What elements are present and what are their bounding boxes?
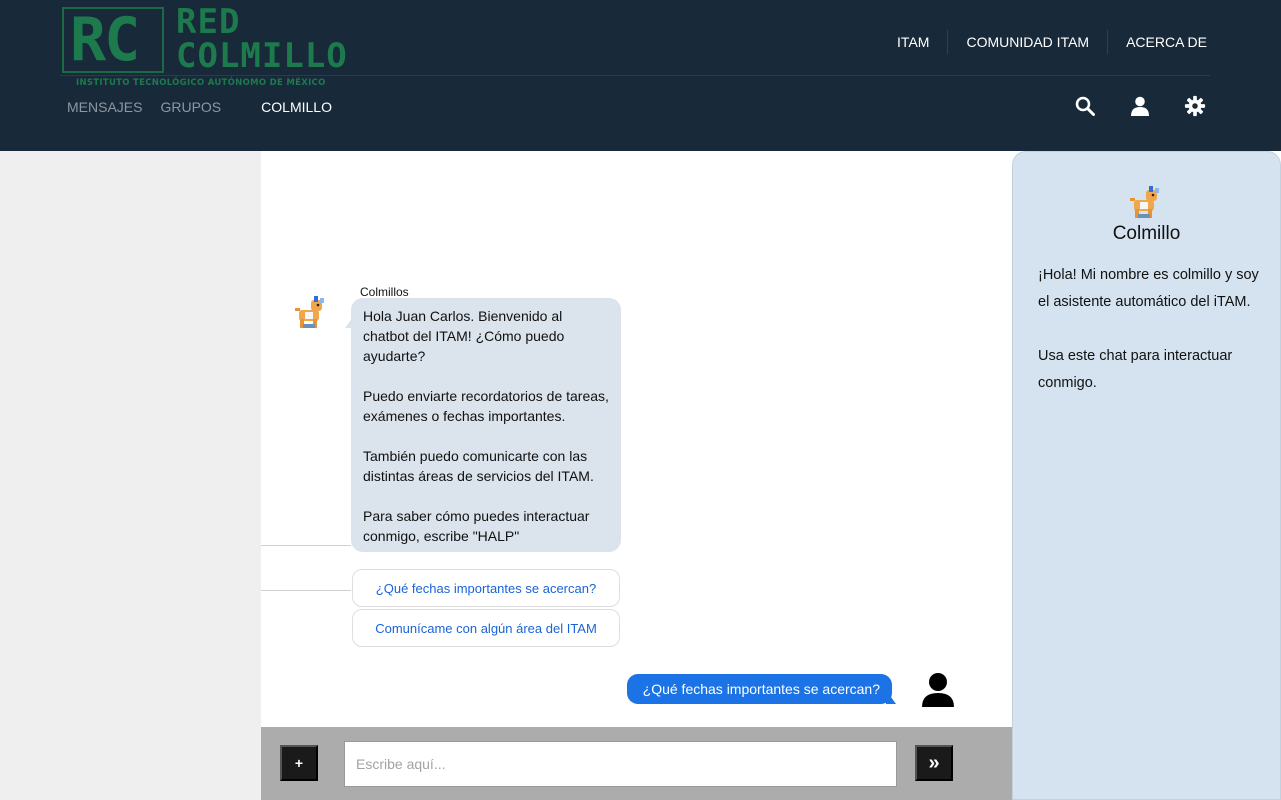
search-icon[interactable]	[1073, 94, 1097, 118]
divider	[261, 545, 351, 546]
quick-reply-area[interactable]: Comunícame con algún área del ITAM	[352, 609, 620, 647]
panel-paragraph: ¡Hola! Mi nombre es colmillo y soy el as…	[1038, 267, 1259, 310]
user-message: ¿Qué fechas importantes se acercan?	[626, 674, 892, 704]
gear-icon[interactable]	[1183, 94, 1207, 118]
tab-mensajes[interactable]: MENSAJES	[67, 98, 142, 116]
panel-title: Colmillo	[1112, 223, 1181, 244]
bot-message-paragraph: Hola Juan Carlos. Bienvenido al chatbot …	[363, 308, 565, 364]
bot-avatar	[1128, 184, 1164, 220]
header-divider	[60, 75, 1210, 76]
top-nav: ITAM COMUNIDAD ITAM ACERCA DE	[879, 30, 1221, 54]
bubble-tail	[886, 690, 896, 704]
bot-name: Colmillos	[360, 285, 409, 299]
bot-avatar	[293, 294, 327, 330]
assistant-info-panel: Colmillo ¡Hola! Mi nombre es colmillo y …	[1012, 151, 1281, 800]
logo-line2: COLMILLO	[176, 36, 348, 76]
tab-colmillo[interactable]: COLMILLO	[261, 98, 332, 116]
top-nav-comunidad-itam[interactable]: COMUNIDAD ITAM	[947, 30, 1107, 54]
user-avatar	[920, 671, 956, 709]
message-input[interactable]	[344, 741, 897, 787]
logo-initials: RC	[70, 5, 140, 75]
logo-line1: RED	[176, 2, 241, 42]
section-nav: MENSAJES GRUPOS COLMILLO	[67, 98, 350, 116]
red-colmillo-logo[interactable]: RC RED COLMILLO INSTITUTO TECNOLÓGICO AU…	[60, 5, 380, 91]
quick-reply-fechas[interactable]: ¿Qué fechas importantes se acercan?	[352, 569, 620, 607]
attach-button[interactable]: +	[280, 745, 318, 781]
top-nav-acerca-de[interactable]: ACERCA DE	[1107, 30, 1221, 54]
header-icons	[1073, 94, 1207, 118]
panel-paragraph: Usa este chat para interactuar conmigo.	[1038, 348, 1233, 391]
bot-message: Hola Juan Carlos. Bienvenido al chatbot …	[351, 298, 621, 552]
composer: + »	[261, 727, 1012, 800]
user-icon[interactable]	[1128, 94, 1152, 118]
bot-message-paragraph: También puedo comunicarte con las distin…	[363, 448, 594, 484]
panel-description: ¡Hola! Mi nombre es colmillo y soy el as…	[1038, 262, 1263, 424]
bot-message-paragraph: Puedo enviarte recordatorios de tareas, …	[363, 388, 609, 424]
chat-area: Colmillos Hola Juan Carlos. Bienvenido a…	[261, 151, 1012, 727]
send-button[interactable]: »	[915, 745, 953, 781]
header: RC RED COLMILLO INSTITUTO TECNOLÓGICO AU…	[0, 0, 1281, 151]
tab-grupos[interactable]: GRUPOS	[160, 98, 221, 116]
bot-message-paragraph: Para saber cómo puedes interactuar conmi…	[363, 508, 590, 544]
logo-subtitle: INSTITUTO TECNOLÓGICO AUTÓNOMO DE MÉXICO	[76, 78, 326, 88]
conversation-list	[0, 151, 261, 800]
divider	[261, 590, 351, 591]
top-nav-itam[interactable]: ITAM	[879, 30, 947, 54]
